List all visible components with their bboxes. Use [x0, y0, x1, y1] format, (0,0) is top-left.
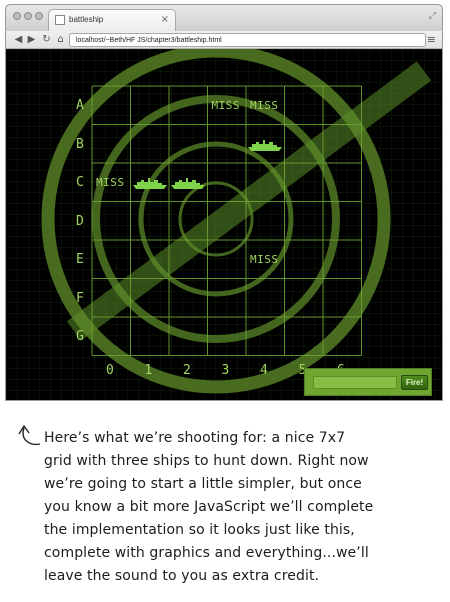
caption-line: grid with three ships to hunt down. Righ…	[44, 453, 369, 469]
browser-toolbar: ◀ ▶ ↻ ⌂ localhost/~Beth/HF JS/chapter3/b…	[6, 31, 442, 49]
url-text: localhost/~Beth/HF JS/chapter3/battleshi…	[76, 37, 222, 44]
title-bar: battleship × ⤢	[6, 5, 442, 31]
caption-line: leave the sound to you as extra credit.	[44, 568, 320, 584]
minimize-window-button[interactable]	[24, 12, 32, 20]
miss-marker: MISS	[211, 99, 240, 112]
tab-title: battleship	[69, 15, 104, 24]
row-label: F	[76, 290, 84, 306]
forward-icon[interactable]: ▶	[25, 33, 38, 46]
browser-window: battleship × ⤢ ◀ ▶ ↻ ⌂ localhost/~Beth/H…	[5, 4, 443, 401]
ship-icon	[132, 178, 167, 189]
column-label: 3	[221, 362, 230, 378]
row-label: D	[76, 213, 84, 229]
caption-line: Here’s what we’re shooting for: a nice 7…	[44, 430, 346, 446]
caption-line: we’re going to start a little simpler, b…	[44, 476, 362, 492]
caption-line: complete with graphics and everything...…	[44, 545, 369, 561]
browser-tab[interactable]: battleship ×	[48, 9, 176, 31]
zoom-window-button[interactable]	[35, 12, 43, 20]
ship-icon	[248, 139, 282, 151]
fire-button[interactable]: Fire!	[401, 375, 428, 390]
home-icon[interactable]: ⌂	[54, 33, 67, 46]
miss-marker: MISS	[250, 99, 279, 112]
back-icon[interactable]: ◀	[12, 33, 25, 46]
row-label: B	[76, 136, 84, 152]
guess-input[interactable]	[313, 376, 397, 389]
miss-marker: MISS	[250, 253, 279, 266]
tab-close-icon[interactable]: ×	[161, 14, 169, 25]
column-label: 0	[106, 362, 114, 378]
curved-arrow-icon	[18, 424, 41, 446]
ship-icon	[171, 178, 205, 189]
game-viewport: ABCDEFG0123456MISSMISSMISSMISS Fire!	[6, 49, 442, 400]
caption-line: the implementation so it looks just like…	[44, 522, 355, 538]
address-bar[interactable]: localhost/~Beth/HF JS/chapter3/battleshi…	[69, 33, 426, 47]
fire-form: Fire!	[304, 368, 432, 396]
fullscreen-icon[interactable]: ⤢	[429, 11, 436, 21]
row-label: C	[76, 175, 84, 190]
reload-icon[interactable]: ↻	[40, 33, 53, 46]
row-label: A	[76, 98, 84, 113]
row-label: E	[76, 252, 84, 267]
column-label: 4	[260, 362, 268, 378]
column-label: 2	[183, 362, 191, 378]
row-label: G	[76, 329, 84, 344]
column-label: 1	[144, 362, 153, 378]
caption-text: Here’s what we’re shooting for: a nice 7…	[44, 427, 444, 588]
page-icon	[55, 15, 65, 25]
close-window-button[interactable]	[13, 12, 21, 20]
caption-line: you know a bit more JavaScript we’ll com…	[44, 499, 374, 515]
menu-icon[interactable]: ≡	[427, 34, 436, 45]
miss-marker: MISS	[96, 176, 125, 189]
